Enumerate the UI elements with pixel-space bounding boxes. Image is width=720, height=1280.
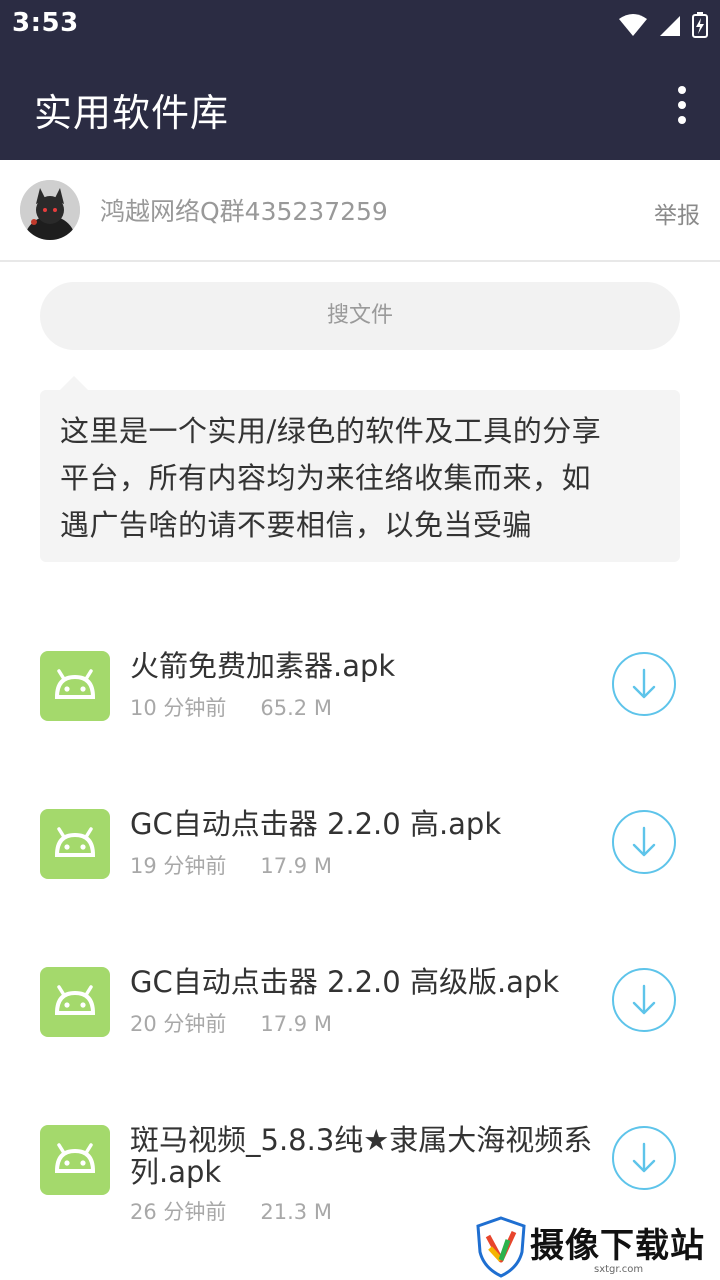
file-size: 21.3 M xyxy=(260,1200,332,1224)
file-list-item[interactable]: GC自动点击器 2.2.0 高级版.apk 20 分钟前 17.9 M xyxy=(0,956,720,1076)
file-size: 17.9 M xyxy=(260,1012,332,1036)
app-bar: 实用软件库 xyxy=(0,50,720,160)
android-icon xyxy=(40,1125,110,1195)
battery-charging-icon xyxy=(692,12,708,38)
watermark-url: sxtgr.com xyxy=(594,1264,644,1275)
file-meta: 26 分钟前 21.3 M xyxy=(130,1196,332,1226)
uploader-name: 鸿越网络Q群435237259 xyxy=(100,197,388,226)
download-button[interactable] xyxy=(612,1126,676,1190)
more-vertical-icon-dot xyxy=(678,101,686,109)
android-icon xyxy=(40,809,110,879)
avatar-image xyxy=(20,180,80,240)
file-size: 65.2 M xyxy=(260,696,332,720)
android-icon xyxy=(40,651,110,721)
file-size: 17.9 M xyxy=(260,854,332,878)
status-time: 3:53 xyxy=(12,8,79,38)
file-list-item[interactable]: 火箭免费加素器.apk 10 分钟前 65.2 M xyxy=(0,640,720,760)
file-name: GC自动点击器 2.2.0 高.apk xyxy=(130,807,502,841)
file-time: 19 分钟前 xyxy=(130,854,227,878)
description-bubble: 这里是一个实用/绿色的软件及工具的分享 平台，所有内容均为来往络收集而来，如 遇… xyxy=(40,390,680,562)
download-arrow-icon xyxy=(632,826,656,857)
uploader-row: 鸿越网络Q群435237259 举报 xyxy=(0,160,720,262)
more-vertical-icon-dot xyxy=(678,86,686,94)
file-time: 10 分钟前 xyxy=(130,696,227,720)
file-list-item[interactable]: GC自动点击器 2.2.0 高.apk 19 分钟前 17.9 M xyxy=(0,798,720,918)
download-button[interactable] xyxy=(612,652,676,716)
status-icons xyxy=(618,10,708,40)
file-time: 20 分钟前 xyxy=(130,1012,227,1036)
file-meta: 19 分钟前 17.9 M xyxy=(130,850,332,880)
status-bar: 3:53 xyxy=(0,0,720,50)
description-line: 遇广告啥的请不要相信，以免当受骗 xyxy=(60,508,533,542)
avatar[interactable] xyxy=(20,180,80,240)
app-title: 实用软件库 xyxy=(34,91,230,135)
description-line: 这里是一个实用/绿色的软件及工具的分享 xyxy=(60,414,602,448)
more-vertical-icon-dot xyxy=(678,116,686,124)
bubble-tail xyxy=(60,376,88,390)
file-name: 火箭免费加素器.apk xyxy=(130,649,396,683)
watermark-title: 摄像下载站 xyxy=(530,1226,705,1266)
download-arrow-icon xyxy=(632,668,656,699)
file-name: 斑马视频_5.8.3纯★隶属大海视频系列.apk xyxy=(130,1123,593,1189)
shield-logo-icon xyxy=(476,1216,526,1278)
description-line: 平台，所有内容均为来往络收集而来，如 xyxy=(60,461,592,495)
download-button[interactable] xyxy=(612,968,676,1032)
wifi-icon xyxy=(619,14,647,36)
file-name: GC自动点击器 2.2.0 高级版.apk xyxy=(130,965,560,999)
file-meta: 10 分钟前 65.2 M xyxy=(130,692,332,722)
android-icon xyxy=(40,967,110,1037)
report-button[interactable]: 举报 xyxy=(654,196,700,230)
watermark: 摄像下载站 sxtgr.com xyxy=(472,1214,720,1280)
search-files-button[interactable]: 搜文件 xyxy=(40,282,680,350)
file-meta: 20 分钟前 17.9 M xyxy=(130,1008,332,1038)
file-time: 26 分钟前 xyxy=(130,1200,227,1224)
download-arrow-icon xyxy=(632,984,656,1015)
download-arrow-icon xyxy=(632,1142,656,1173)
download-button[interactable] xyxy=(612,810,676,874)
more-menu-button[interactable] xyxy=(670,80,694,130)
cellular-signal-icon xyxy=(660,16,680,36)
